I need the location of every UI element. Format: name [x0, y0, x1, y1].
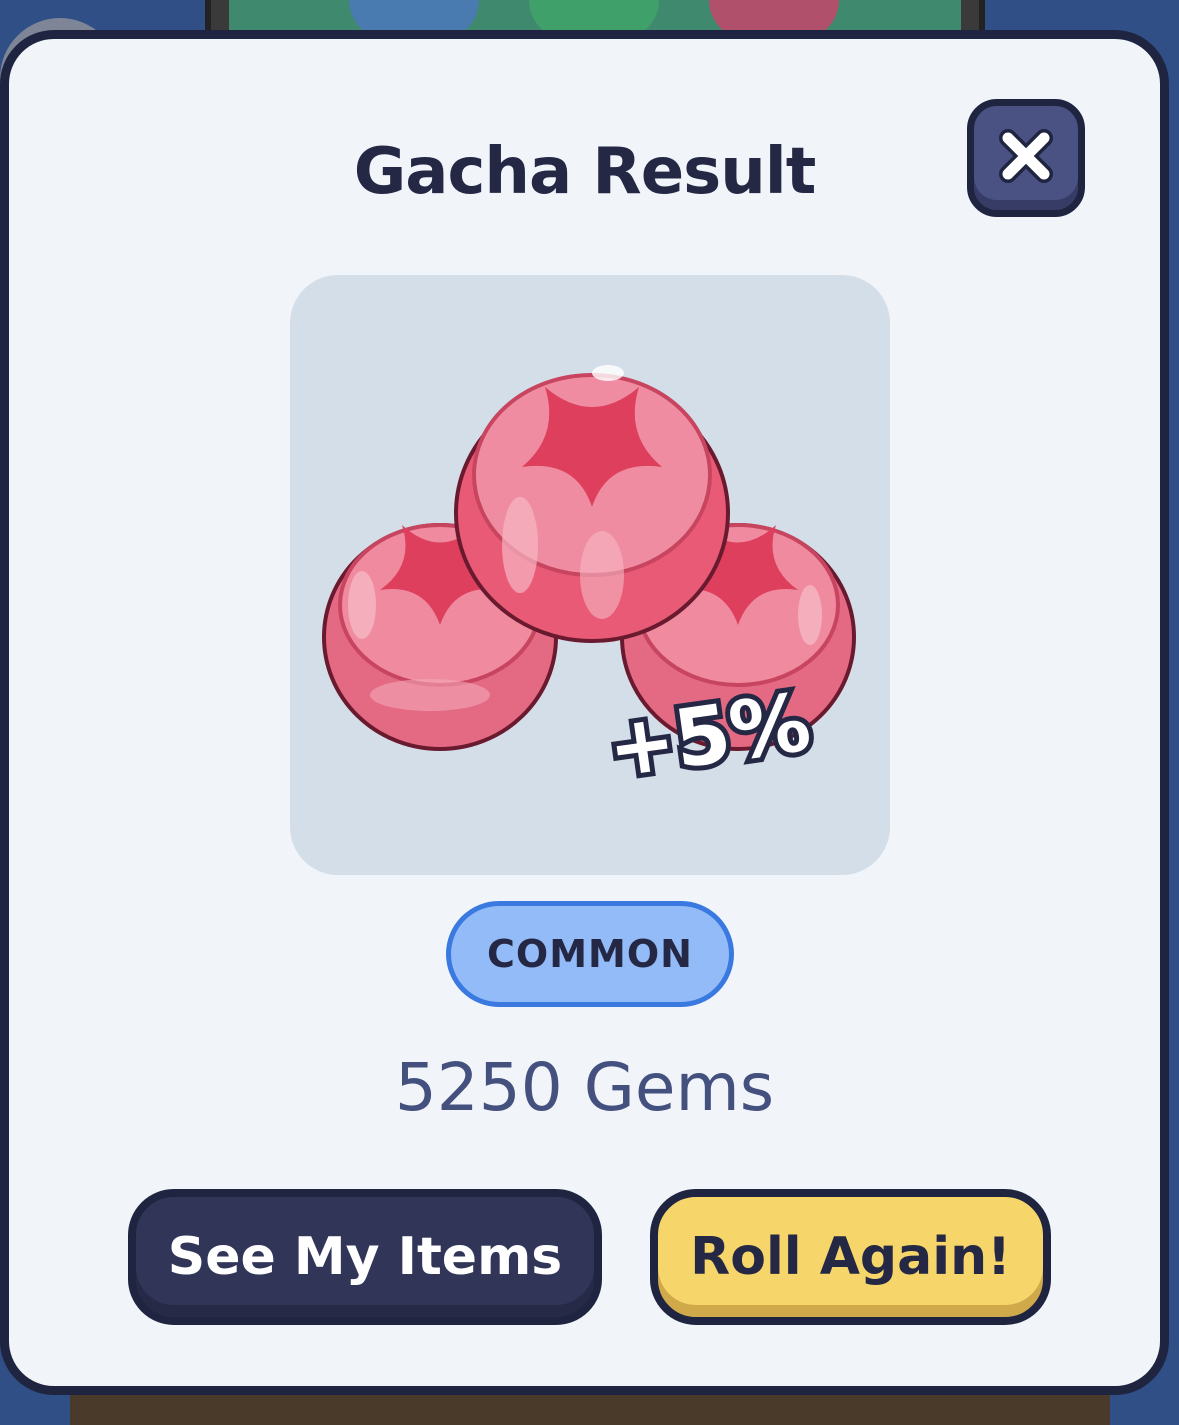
see-my-items-button[interactable]: See My Items [128, 1189, 602, 1325]
reward-item-card: +5% [290, 275, 890, 875]
gacha-result-modal: Gacha Result +5% COMMON 5250 Gems See My… [0, 30, 1169, 1395]
reward-amount: 5250 Gems [394, 1049, 775, 1126]
close-icon [994, 124, 1058, 192]
gem-candies-icon: +5% [322, 365, 856, 801]
bonus-label: +5% [602, 675, 816, 795]
close-button[interactable] [967, 99, 1085, 217]
background-strip [70, 1395, 1110, 1425]
roll-again-button[interactable]: Roll Again! [650, 1189, 1051, 1325]
rarity-badge: COMMON [446, 901, 734, 1007]
